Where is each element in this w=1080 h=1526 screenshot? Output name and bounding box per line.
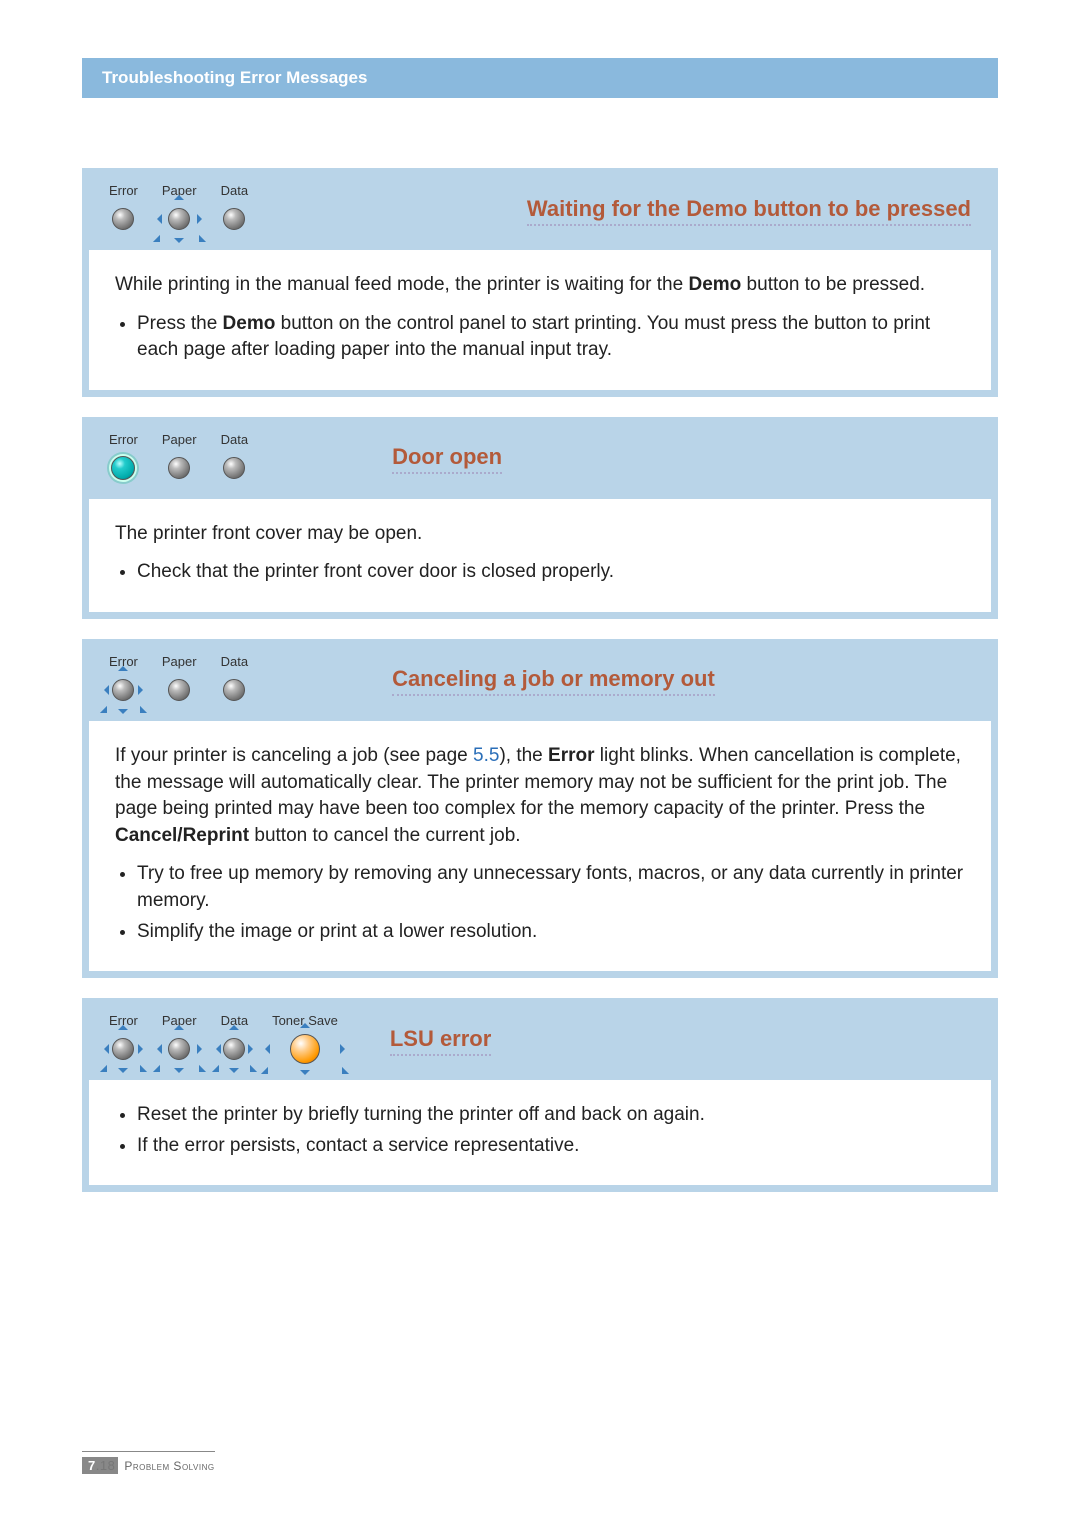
section-body: While printing in the manual feed mode, … xyxy=(89,250,991,390)
body-text: While printing in the manual feed mode, … xyxy=(115,272,965,299)
section-head: Error Paper Data Door open xyxy=(83,418,997,493)
error-section-waiting-demo: Error Paper Data Waiting for the Demo xyxy=(82,168,998,397)
led-on-icon xyxy=(111,456,135,480)
led-label-error: Error xyxy=(109,654,138,669)
led-panel: Error Paper Data xyxy=(109,1013,362,1068)
led-icon xyxy=(223,1038,245,1060)
led-paper: Paper xyxy=(162,1013,197,1068)
list-item: Press the Demo button on the control pan… xyxy=(137,311,965,364)
section-body: Reset the printer by briefly turning the… xyxy=(89,1080,991,1185)
led-data: Data xyxy=(221,183,248,238)
led-icon xyxy=(112,1038,134,1060)
text: ), the xyxy=(499,745,548,766)
error-section-door-open: Error Paper Data Door open The printer f… xyxy=(82,417,998,619)
led-icon xyxy=(223,457,245,479)
page-ref-link[interactable]: 5.5 xyxy=(473,745,499,766)
page-header: Troubleshooting Error Messages xyxy=(82,58,998,98)
text-bold: Error xyxy=(548,745,594,766)
body-text: If your printer is canceling a job (see … xyxy=(115,743,965,849)
led-label-data: Data xyxy=(221,432,248,447)
list-item: Reset the printer by briefly turning the… xyxy=(137,1102,965,1129)
led-label-data: Data xyxy=(221,183,248,198)
led-icon xyxy=(112,208,134,230)
led-icon xyxy=(168,457,190,479)
led-data: Data xyxy=(221,432,248,487)
bullet-list: Try to free up memory by removing any un… xyxy=(115,861,965,945)
error-section-lsu-error: Error Paper Data xyxy=(82,998,998,1192)
section-title: Waiting for the Demo button to be presse… xyxy=(527,196,971,226)
text: button to be pressed. xyxy=(741,274,925,295)
section-title: LSU error xyxy=(390,1026,491,1056)
section-head: Error Paper Data xyxy=(83,999,997,1074)
led-error: Error xyxy=(109,654,138,709)
led-label-error: Error xyxy=(109,1013,138,1028)
led-error: Error xyxy=(109,432,138,487)
text-bold: Demo xyxy=(688,274,741,295)
led-error: Error xyxy=(109,183,138,238)
list-item: Simplify the image or print at a lower r… xyxy=(137,919,965,946)
led-paper: Paper xyxy=(162,183,197,238)
section-body: If your printer is canceling a job (see … xyxy=(89,721,991,971)
error-section-canceling-job: Error Paper Data Canceling a job or m xyxy=(82,639,998,978)
led-label-paper: Paper xyxy=(162,1013,197,1028)
led-label-error: Error xyxy=(109,183,138,198)
led-panel: Error Paper Data xyxy=(109,183,272,238)
led-label-toner-save: Toner Save xyxy=(272,1013,338,1028)
led-icon xyxy=(223,679,245,701)
list-item: Try to free up memory by removing any un… xyxy=(137,861,965,914)
led-data: Data xyxy=(221,1013,248,1068)
led-paper: Paper xyxy=(162,432,197,487)
led-label-paper: Paper xyxy=(162,654,197,669)
page-footer: 7.18 Problem Solving xyxy=(82,1451,215,1474)
led-icon xyxy=(168,679,190,701)
list-item: Check that the printer front cover door … xyxy=(137,559,965,586)
led-toner-icon xyxy=(290,1034,320,1064)
led-panel: Error Paper Data xyxy=(109,654,272,709)
section-title: Canceling a job or memory out xyxy=(392,666,715,696)
page-header-title: Troubleshooting Error Messages xyxy=(102,68,367,87)
led-icon xyxy=(168,1038,190,1060)
body-text: The printer front cover may be open. xyxy=(115,521,965,548)
text: Press the xyxy=(137,313,223,334)
text: If your printer is canceling a job (see … xyxy=(115,745,473,766)
page-number: .18 xyxy=(96,1458,116,1473)
led-label-paper: Paper xyxy=(162,432,197,447)
led-icon xyxy=(168,208,190,230)
led-icon xyxy=(112,679,134,701)
section-head: Error Paper Data Waiting for the Demo xyxy=(83,169,997,244)
led-error: Error xyxy=(109,1013,138,1068)
chapter-number: 7 xyxy=(88,1458,96,1473)
list-item: If the error persists, contact a service… xyxy=(137,1133,965,1160)
text-bold: Demo xyxy=(223,313,276,334)
page-number-badge: 7.18 xyxy=(82,1457,118,1474)
bullet-list: Check that the printer front cover door … xyxy=(115,559,965,586)
led-paper: Paper xyxy=(162,654,197,709)
led-panel: Error Paper Data xyxy=(109,432,272,487)
text: button to cancel the current job. xyxy=(249,825,520,846)
led-label-error: Error xyxy=(109,432,138,447)
bullet-list: Reset the printer by briefly turning the… xyxy=(115,1102,965,1159)
text: While printing in the manual feed mode, … xyxy=(115,274,688,295)
led-icon xyxy=(223,208,245,230)
led-label-paper: Paper xyxy=(162,183,197,198)
footer-section-title: Problem Solving xyxy=(124,1459,214,1473)
led-data: Data xyxy=(221,654,248,709)
section-title: Door open xyxy=(392,444,502,474)
text-bold: Cancel/Reprint xyxy=(115,825,249,846)
led-toner-save: Toner Save xyxy=(272,1013,338,1068)
content-area: Error Paper Data Waiting for the Demo xyxy=(82,168,998,1212)
section-body: The printer front cover may be open. Che… xyxy=(89,499,991,612)
led-label-data: Data xyxy=(221,1013,248,1028)
section-head: Error Paper Data Canceling a job or m xyxy=(83,640,997,715)
bullet-list: Press the Demo button on the control pan… xyxy=(115,311,965,364)
led-label-data: Data xyxy=(221,654,248,669)
